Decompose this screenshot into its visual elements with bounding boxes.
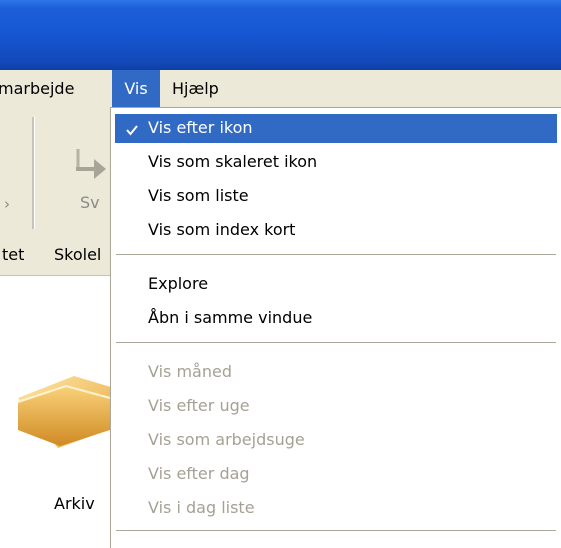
- menu-separator: [116, 530, 556, 532]
- title-bar: [0, 0, 561, 70]
- menu-option-explore[interactable]: Explore: [115, 270, 557, 299]
- tab-item[interactable]: tet: [2, 245, 24, 264]
- toolbar: › Sv: [0, 107, 120, 239]
- toolbar-separator: [32, 117, 35, 229]
- menu-option-vis-som-skaleret-ikon[interactable]: Vis som skaleret ikon: [115, 148, 557, 177]
- menu-option-aabn-i-samme-vindue[interactable]: Åbn i samme vindue: [115, 304, 557, 333]
- menu-vis[interactable]: Vis: [112, 70, 160, 107]
- vis-dropdown-menu: Vis efter ikon Vis som skaleret ikon Vis…: [110, 107, 561, 548]
- reply-arrow-icon: [76, 149, 106, 179]
- menu-hjaelp[interactable]: Hjælp: [172, 70, 219, 107]
- menu-option-label: Explore: [148, 274, 209, 293]
- menu-option-vis-efter-dag[interactable]: Vis efter dag: [115, 460, 557, 489]
- chevron-icon: ›: [4, 195, 10, 213]
- menu-option-vis-som-arbejdsuge[interactable]: Vis som arbejdsuge: [115, 426, 557, 455]
- menu-option-label: Vis som arbejdsuge: [148, 430, 305, 449]
- menu-option-label: Vis som index kort: [148, 220, 296, 239]
- toolbar-button-label[interactable]: Sv: [80, 193, 100, 212]
- menu-option-label: Vis i dag liste: [148, 498, 255, 517]
- menu-option-vis-som-index-kort[interactable]: Vis som index kort: [115, 216, 557, 245]
- menu-separator: [116, 254, 556, 256]
- menu-samarbejde[interactable]: marbejde: [0, 70, 74, 107]
- menu-option-label: Vis måned: [148, 362, 232, 381]
- menu-option-label: Vis efter uge: [148, 396, 250, 415]
- menu-option-label: Vis som skaleret ikon: [148, 152, 318, 171]
- menu-option-vis-i-dag-liste[interactable]: Vis i dag liste: [115, 494, 557, 523]
- menu-option-vis-efter-uge[interactable]: Vis efter uge: [115, 392, 557, 421]
- menu-bar: marbejde Vis Hjælp: [0, 70, 561, 108]
- menu-option-label: Vis som liste: [148, 186, 249, 205]
- tab-item[interactable]: Skolel: [54, 245, 101, 264]
- menu-option-label: Vis efter ikon: [148, 118, 253, 137]
- menu-option-label: Åbn i samme vindue: [148, 308, 313, 327]
- tab-strip: tet Skolel: [0, 239, 120, 276]
- menu-option-vis-som-liste[interactable]: Vis som liste: [115, 182, 557, 211]
- folder-label: Arkiv: [54, 494, 95, 513]
- content-area: Arkiv: [0, 276, 120, 545]
- menu-option-vis-efter-ikon[interactable]: Vis efter ikon: [115, 114, 557, 143]
- menu-option-vis-maaned[interactable]: Vis måned: [115, 358, 557, 387]
- folder-icon[interactable]: [14, 368, 114, 448]
- menu-separator: [116, 342, 556, 344]
- checkmark-icon: [126, 125, 138, 136]
- menu-option-label: Vis efter dag: [148, 464, 250, 483]
